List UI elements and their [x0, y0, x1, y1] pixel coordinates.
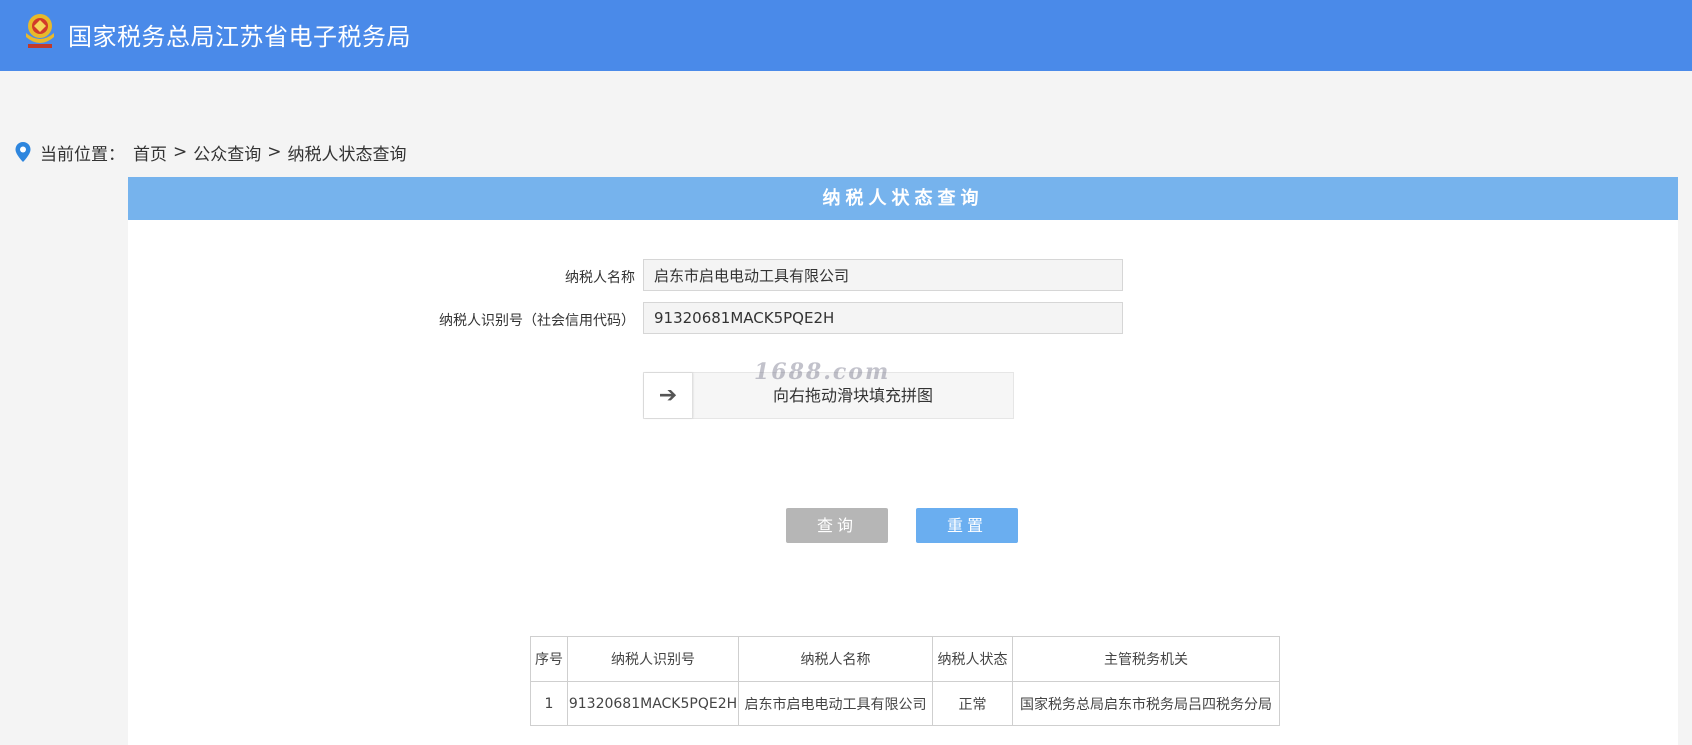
reset-button[interactable]: 重置: [916, 508, 1018, 543]
cell-tax-authority: 国家税务总局启东市税务局吕四税务分局: [1012, 681, 1280, 726]
taxpayer-id-label: 纳税人识别号（社会信用代码）: [439, 313, 635, 329]
taxpayer-id-input[interactable]: 91320681MACK5PQE2H: [643, 302, 1123, 334]
taxpayer-name-label: 纳税人名称: [565, 270, 635, 286]
results-table: 序号 纳税人识别号 纳税人名称 纳税人状态 主管税务机关 1 91320681M…: [530, 636, 1280, 726]
col-header-tax-authority: 主管税务机关: [1012, 636, 1280, 682]
slider-handle[interactable]: ➔: [644, 373, 693, 418]
breadcrumb-separator: >: [267, 142, 282, 162]
location-pin-icon: [15, 142, 31, 162]
breadcrumb: 当前位置： 首页 > 公众查询 > 纳税人状态查询: [14, 139, 407, 165]
cell-status: 正常: [932, 681, 1013, 726]
col-header-status: 纳税人状态: [932, 636, 1013, 682]
col-header-taxpayer-id: 纳税人识别号: [567, 636, 739, 682]
arrow-right-icon: ➔: [658, 383, 678, 408]
site-title[interactable]: 国家税务总局江苏省电子税务局: [68, 17, 411, 52]
col-header-taxpayer-name: 纳税人名称: [738, 636, 933, 682]
watermark: 1688.com: [754, 359, 891, 385]
breadcrumb-separator: >: [173, 142, 188, 162]
cell-taxpayer-id: 91320681MACK5PQE2H: [567, 681, 739, 726]
cell-taxpayer-name: 启东市启电电动工具有限公司: [738, 681, 933, 726]
taxpayer-name-value: 启东市启电电动工具有限公司: [654, 266, 850, 285]
taxpayer-name-input[interactable]: 启东市启电电动工具有限公司: [643, 259, 1123, 291]
col-header-index: 序号: [530, 636, 568, 682]
top-header-bar: 国家税务总局江苏省电子税务局: [0, 0, 1692, 71]
breadcrumb-current-page: 纳税人状态查询: [287, 144, 407, 165]
query-panel: 纳税人状态查询 纳税人名称 启东市启电电动工具有限公司 纳税人识别号（社会信用代…: [128, 177, 1678, 745]
taxpayer-id-value: 91320681MACK5PQE2H: [654, 309, 835, 327]
table-row: 1 91320681MACK5PQE2H 启东市启电电动工具有限公司 正常 国家…: [530, 681, 1280, 726]
cell-index: 1: [530, 681, 568, 726]
breadcrumb-label: 当前位置：: [40, 144, 125, 165]
breadcrumb-public-query-link[interactable]: 公众查询: [193, 140, 261, 165]
tax-emblem-icon: [26, 14, 54, 48]
breadcrumb-home-link[interactable]: 首页: [133, 140, 167, 165]
query-button[interactable]: 查询: [786, 508, 888, 543]
table-header-row: 序号 纳税人识别号 纳税人名称 纳税人状态 主管税务机关: [530, 636, 1280, 682]
panel-title: 纳税人状态查询: [128, 177, 1678, 220]
